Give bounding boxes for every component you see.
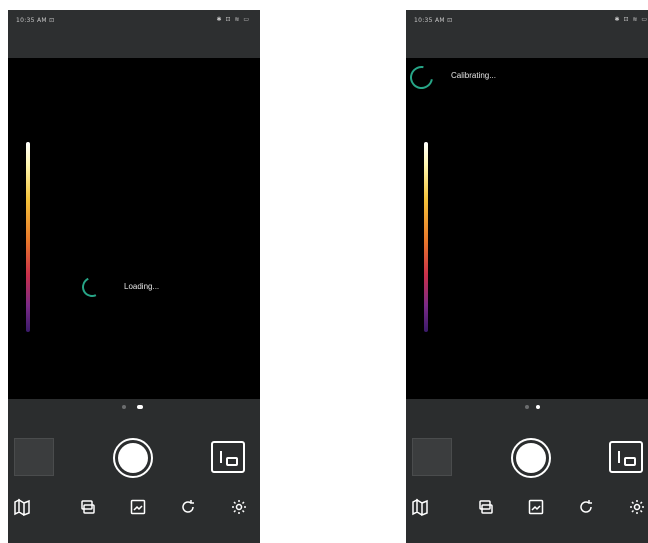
phone-screen-calibrating: 10:35 AM ⊡ ✱ ⊡ ≋ ▭ Calibrating... — [406, 10, 648, 543]
shutter-button[interactable] — [511, 438, 551, 478]
page-dot[interactable] — [525, 405, 529, 409]
bottom-toolbar — [8, 498, 260, 528]
settings-icon[interactable] — [628, 498, 646, 516]
status-bar: 10:35 AM ⊡ ✱ ⊡ ≋ ▭ — [406, 10, 648, 58]
map-icon[interactable] — [13, 498, 31, 516]
settings-icon[interactable] — [230, 498, 248, 516]
spinner-icon — [406, 61, 438, 94]
gallery-thumbnail[interactable] — [412, 438, 452, 476]
map-icon[interactable] — [411, 498, 429, 516]
thermal-viewer[interactable]: Calibrating... — [406, 58, 648, 399]
page-dot-active[interactable] — [536, 405, 540, 409]
thermal-viewer[interactable]: Loading... — [8, 58, 260, 399]
status-icons: ✱ ⊡ ≋ ▭ — [216, 16, 250, 23]
status-icons: ✱ ⊡ ≋ ▭ — [614, 16, 648, 23]
page-indicator — [406, 405, 648, 411]
color-palette-bar — [26, 142, 30, 332]
color-palette-bar — [424, 142, 428, 332]
rotate-icon[interactable] — [179, 498, 197, 516]
rotate-icon[interactable] — [577, 498, 595, 516]
status-bar: 10:35 AM ⊡ ✱ ⊡ ≋ ▭ — [8, 10, 260, 58]
picture-in-picture-icon[interactable] — [609, 441, 643, 473]
shutter-button[interactable] — [113, 438, 153, 478]
image-edit-icon[interactable] — [527, 498, 545, 516]
status-time: 10:35 AM ⊡ — [414, 17, 453, 24]
layers-icon[interactable] — [79, 498, 97, 516]
calibrating-text: Calibrating... — [451, 71, 496, 80]
bottom-toolbar — [406, 498, 648, 528]
page-indicator — [8, 405, 260, 411]
phone-screen-loading: 10:35 AM ⊡ ✱ ⊡ ≋ ▭ Loading... — [8, 10, 260, 543]
image-edit-icon[interactable] — [129, 498, 147, 516]
layers-icon[interactable] — [477, 498, 495, 516]
spinner-icon — [79, 274, 105, 300]
page-dot[interactable] — [122, 405, 126, 409]
gallery-thumbnail[interactable] — [14, 438, 54, 476]
page-dot-active[interactable] — [137, 405, 143, 409]
picture-in-picture-icon[interactable] — [211, 441, 245, 473]
loading-text: Loading... — [124, 282, 160, 291]
status-time: 10:35 AM ⊡ — [16, 17, 55, 24]
